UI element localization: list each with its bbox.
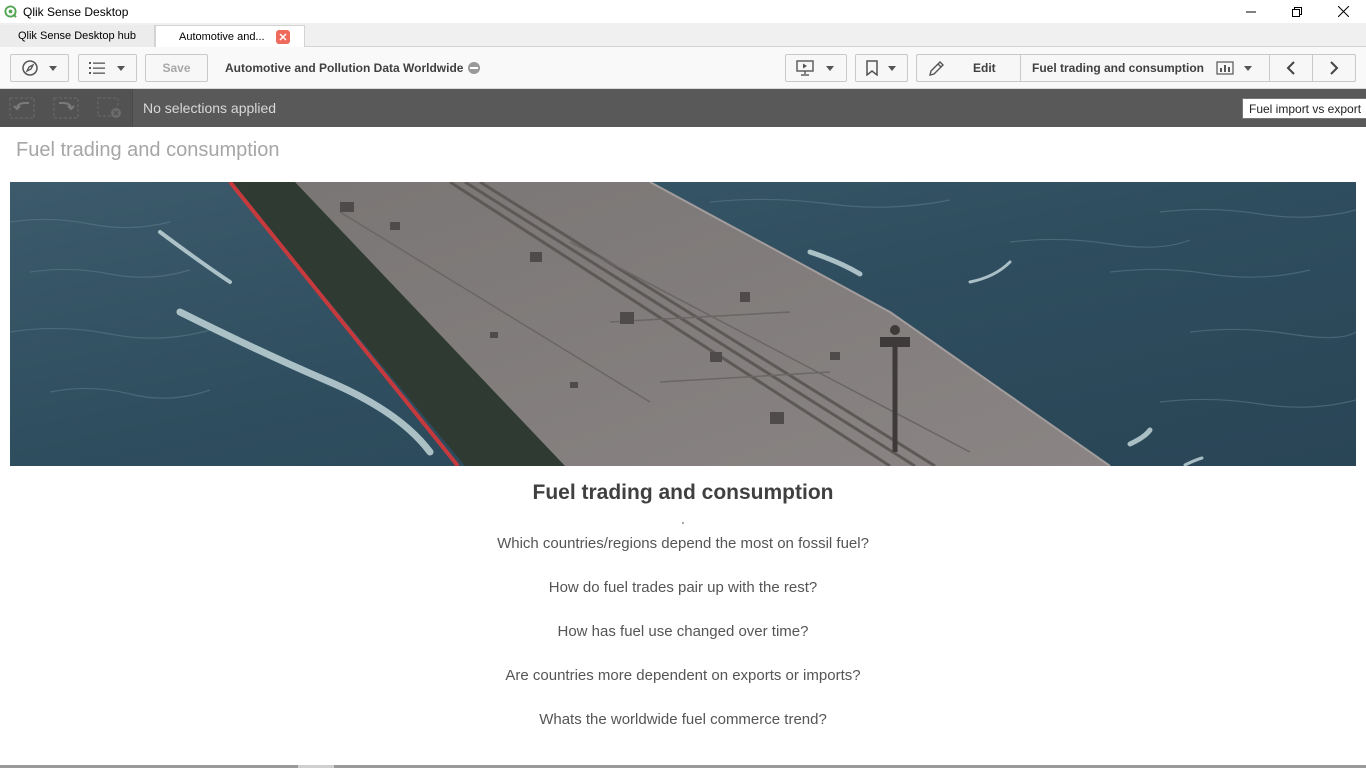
chevron-down-icon	[1244, 65, 1252, 71]
app-info-icon[interactable]	[468, 62, 481, 74]
selection-tools	[0, 89, 133, 127]
chevron-down-icon	[49, 65, 57, 71]
tab-hub[interactable]: Qlik Sense Desktop hub	[0, 25, 155, 47]
list-icon	[89, 62, 105, 74]
step-back-icon	[9, 97, 35, 119]
question-item: Which countries/regions depend the most …	[497, 535, 869, 552]
save-button[interactable]: Save	[145, 54, 208, 82]
app-name: Automotive and Pollution Data Worldwide	[225, 61, 481, 75]
edit-button[interactable]: Edit	[916, 54, 1021, 82]
qlik-logo-icon	[4, 5, 17, 18]
previous-sheet-button[interactable]	[1269, 54, 1313, 82]
close-icon	[1337, 6, 1349, 17]
navigation-menu-button[interactable]	[10, 54, 69, 82]
pencil-icon	[929, 60, 944, 76]
edit-label: Edit	[973, 61, 996, 75]
toolbar: Save Automotive and Pollution Data World…	[0, 47, 1366, 89]
tab-close-button[interactable]	[276, 30, 290, 44]
restore-icon	[1292, 6, 1302, 17]
chevron-right-icon	[1330, 61, 1339, 75]
tab-label: Automotive and...	[179, 31, 265, 43]
step-back-button[interactable]	[9, 97, 35, 119]
hero-image	[10, 182, 1356, 466]
question-item: Whats the worldwide fuel commerce trend?	[539, 711, 827, 728]
question-item: Are countries more dependent on exports …	[505, 667, 861, 684]
question-item: How do fuel trades pair up with the rest…	[548, 579, 818, 596]
app-name-label: Automotive and Pollution Data Worldwide	[225, 61, 464, 75]
tab-strip: Qlik Sense Desktop hub Automotive and...	[0, 23, 1366, 48]
minimize-icon	[1246, 11, 1256, 12]
story-button[interactable]	[785, 54, 847, 82]
global-menu-button[interactable]	[78, 54, 137, 82]
sheet-selector[interactable]: Fuel trading and consumption	[1020, 54, 1270, 82]
window-controls	[1228, 0, 1366, 23]
presentation-icon	[796, 60, 814, 76]
chevron-down-icon	[826, 65, 834, 71]
divider	[682, 522, 684, 524]
close-icon	[279, 33, 287, 41]
tab-label: Qlik Sense Desktop hub	[17, 30, 136, 42]
chevron-down-icon	[117, 65, 125, 71]
minimize-button[interactable]	[1228, 0, 1274, 23]
chevron-left-icon	[1286, 61, 1295, 75]
more-icon	[470, 67, 479, 69]
close-window-button[interactable]	[1320, 0, 1366, 23]
window-titlebar: Qlik Sense Desktop	[0, 0, 1366, 23]
bookmark-icon	[866, 60, 878, 76]
oil-tanker-image	[10, 182, 1356, 466]
compass-icon	[22, 60, 38, 76]
selections-bar: No selections applied	[0, 89, 1366, 127]
current-sheet-label: Fuel trading and consumption	[1032, 61, 1204, 75]
clear-all-selections-button[interactable]	[97, 97, 123, 119]
tooltip: Fuel import vs export	[1242, 98, 1366, 119]
bookmarks-button[interactable]	[855, 54, 908, 82]
section-heading: Fuel trading and consumption	[532, 481, 834, 504]
question-item: How has fuel use changed over time?	[557, 623, 809, 640]
selections-status: No selections applied	[143, 100, 277, 116]
next-sheet-button[interactable]	[1312, 54, 1356, 82]
step-forward-button[interactable]	[53, 97, 79, 119]
page-title: Fuel trading and consumption	[16, 139, 280, 161]
text-panel: Fuel trading and consumption Which count…	[10, 470, 1356, 760]
tab-app[interactable]: Automotive and...	[155, 25, 305, 48]
restore-button[interactable]	[1274, 0, 1320, 23]
sheet-chart-icon	[1216, 61, 1234, 75]
step-forward-icon	[53, 97, 79, 119]
window-title: Qlik Sense Desktop	[23, 4, 129, 19]
chevron-down-icon	[888, 65, 896, 71]
clear-selections-icon	[97, 97, 121, 118]
